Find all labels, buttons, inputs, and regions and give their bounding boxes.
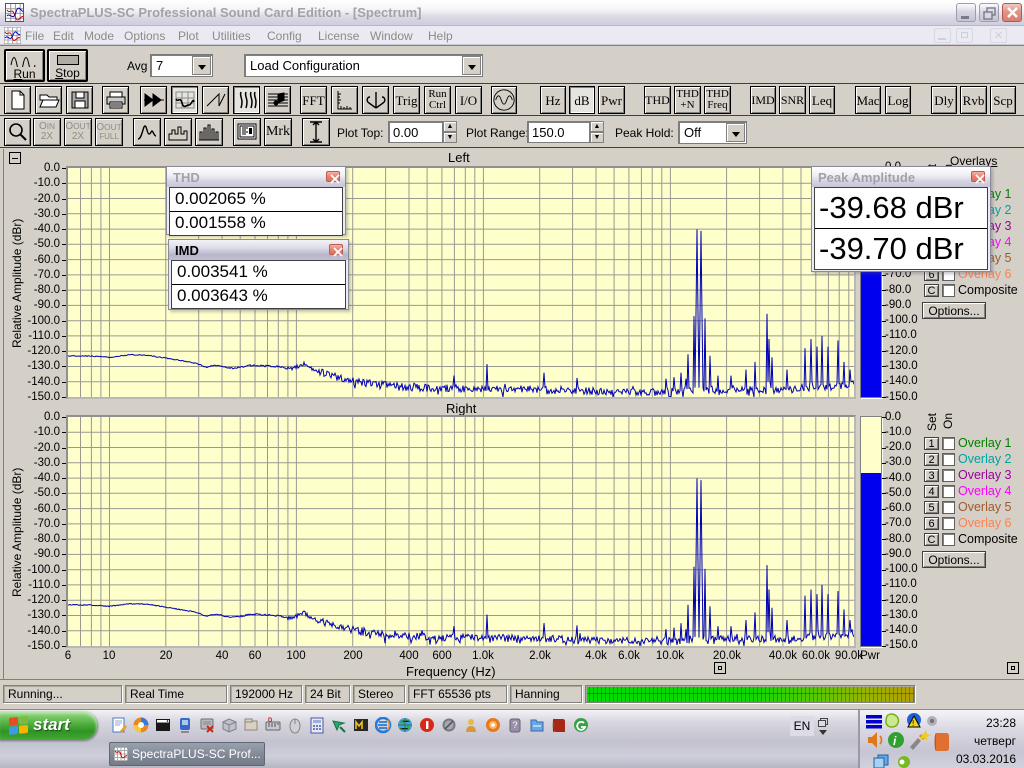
svg-text:D: D	[268, 718, 273, 724]
svg-text:!: !	[912, 719, 914, 728]
svg-text:?: ?	[513, 720, 518, 730]
